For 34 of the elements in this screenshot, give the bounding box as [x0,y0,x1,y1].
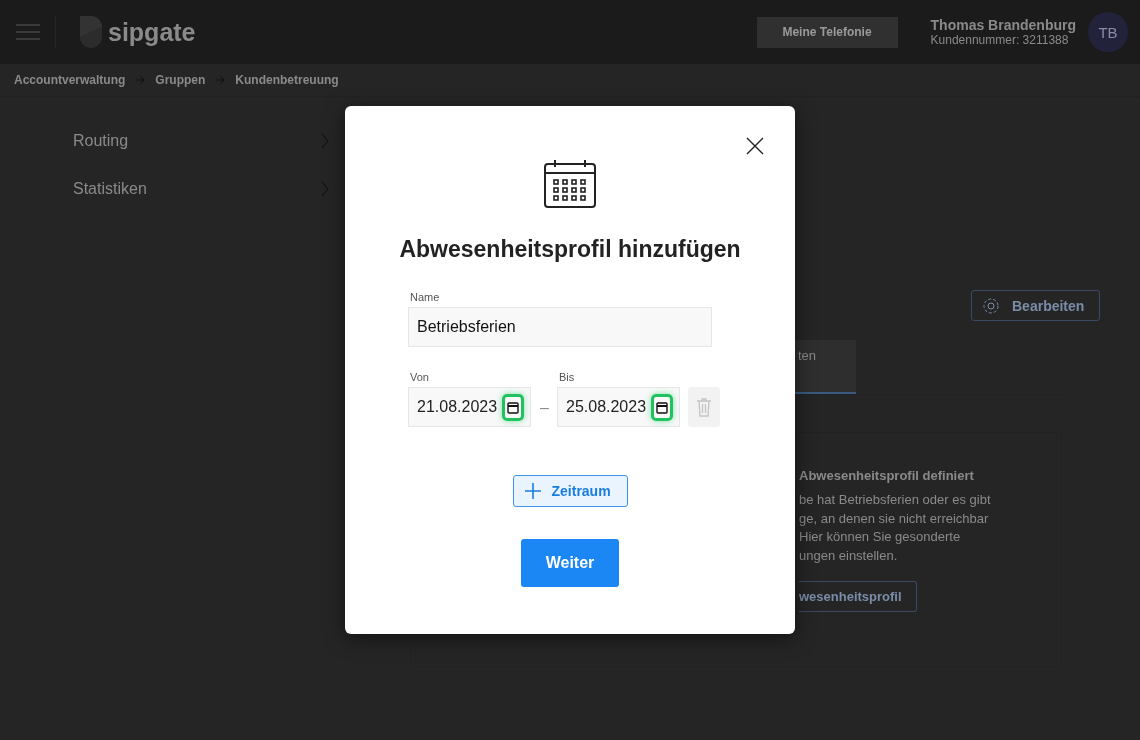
submit-button[interactable]: Weiter [521,539,619,587]
card-text: be hat Betriebsferien oder es gibt ge, an denen sie nicht erreichbar Hier können Sie gesonderte ungen einstellen. [799,491,991,565]
avatar[interactable]: TB [1088,12,1128,52]
logo-text: sipgate [108,17,196,47]
name-input[interactable]: Betriebsferien [408,307,712,347]
date-input[interactable]: 25.08.2023 [557,387,681,427]
plus-icon [523,482,542,500]
trash-icon [696,397,713,417]
field-label: Von [410,371,430,383]
calendar-picker-button[interactable] [502,393,525,421]
card-heading: Abwesenheitsprofil definiert [799,468,974,483]
edit-button[interactable]: Bearbeiten [971,290,1100,321]
breadcrumb-link[interactable]: Kundenbetreuung [235,73,339,87]
calendar-icon [544,160,596,208]
calendar-icon [656,400,669,414]
dialog-title: Abwesenheitsprofil hinzufügen [399,236,741,263]
gear-icon [982,296,1000,315]
logo-icon [80,16,102,48]
breadcrumb-link[interactable]: Gruppen [155,73,206,87]
add-period-button[interactable]: Zeitraum [512,475,628,507]
calendar-icon [507,400,520,414]
add-profile-button[interactable]: wesenheitsprofil [799,581,917,612]
field-label: Bis [559,371,576,383]
range-separator: – [540,399,549,417]
user-name: Thomas Brandenburg [930,17,1076,33]
date-input[interactable]: 21.08.2023 [408,387,532,427]
sidebar-item[interactable]: Statistiken [0,165,335,213]
customer-number: Kundennummer: 3211388 [930,33,1070,47]
sidebar-item[interactable]: Routing [0,117,335,165]
telephony-button[interactable]: Meine Telefonie [756,16,898,48]
close-icon[interactable] [746,137,764,155]
breadcrumb-link[interactable]: Accountverwaltung [14,73,126,87]
calendar-picker-button[interactable] [651,393,674,421]
field-label: Name [410,291,441,303]
